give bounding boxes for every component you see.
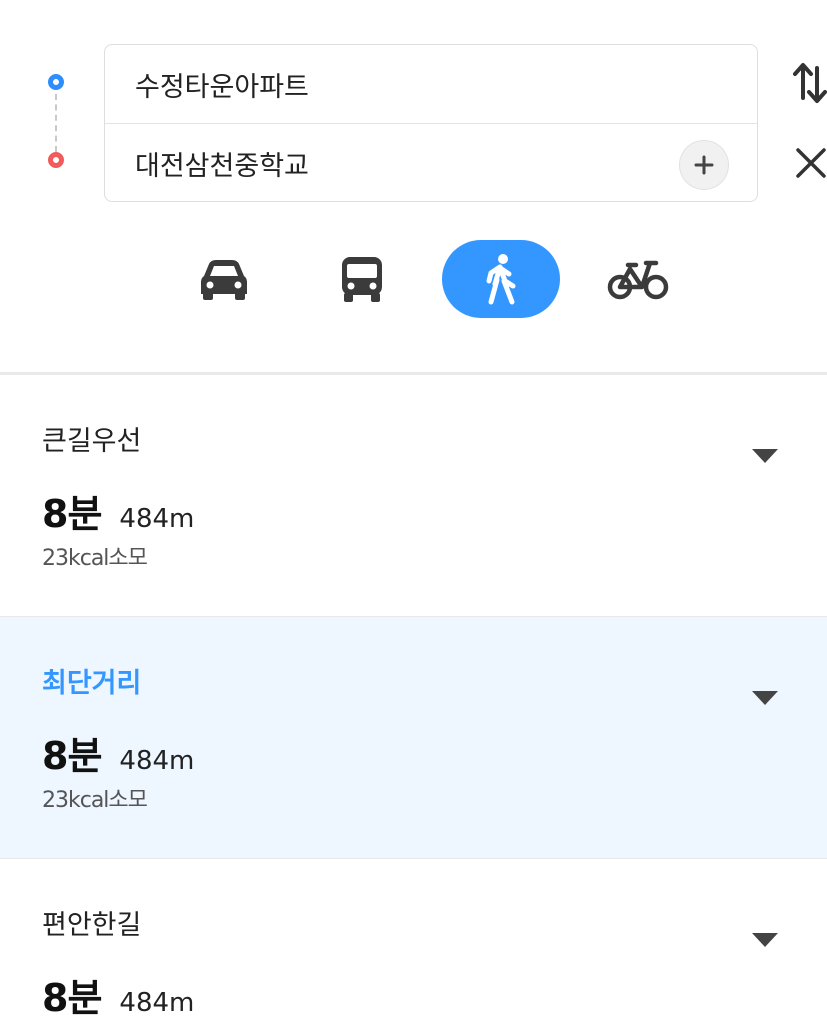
route-option-summary: 8분 484m: [42, 483, 194, 538]
walk-icon: [486, 254, 516, 305]
swap-icon: [793, 63, 827, 103]
bicycle-icon: [607, 260, 669, 300]
route-search-box: 수정타운아파트 대전삼천중학교: [104, 44, 758, 202]
mode-walk-button[interactable]: [442, 240, 560, 318]
mode-bus-button[interactable]: [326, 240, 398, 318]
destination-field[interactable]: 대전삼천중학교: [105, 124, 757, 202]
add-waypoint-button[interactable]: [679, 140, 729, 190]
route-option-name: 편안한길: [42, 910, 142, 941]
origin-marker-icon: [48, 74, 64, 90]
route-connector: [55, 94, 57, 152]
chevron-down-icon[interactable]: [752, 933, 778, 947]
car-icon: [201, 260, 247, 300]
close-button[interactable]: [790, 140, 827, 186]
plus-icon: [694, 155, 714, 175]
mode-bike-button[interactable]: [600, 240, 676, 318]
route-option-time: 8분: [42, 492, 102, 536]
route-option-name: 큰길우선: [42, 426, 142, 457]
route-option-selected[interactable]: 최단거리 8분 484m 23kcal소모: [0, 617, 827, 859]
route-option-time: 8분: [42, 734, 102, 778]
route-markers: [46, 70, 70, 180]
route-option-distance: 484m: [119, 504, 195, 534]
route-option-calories: 23kcal소모: [42, 788, 148, 813]
route-option-summary: 8분 484m: [42, 725, 194, 780]
route-option-name: 최단거리: [42, 668, 142, 699]
destination-marker-icon: [48, 152, 64, 168]
chevron-down-icon[interactable]: [752, 449, 778, 463]
mode-car-button[interactable]: [188, 240, 260, 318]
route-option-distance: 484m: [119, 746, 195, 776]
route-option-distance: 484m: [119, 988, 195, 1018]
destination-field-text[interactable]: 대전삼천중학교: [135, 144, 309, 183]
route-option-summary: 8분 484m: [42, 967, 194, 1022]
bus-icon: [342, 257, 382, 302]
route-option[interactable]: 편안한길 8분 484m: [0, 859, 827, 1022]
origin-field-text[interactable]: 수정타운아파트: [135, 65, 309, 104]
chevron-down-icon[interactable]: [752, 691, 778, 705]
route-option[interactable]: 큰길우선 8분 484m 23kcal소모: [0, 375, 827, 617]
close-icon: [796, 148, 826, 178]
route-option-calories: 23kcal소모: [42, 546, 148, 571]
origin-field[interactable]: 수정타운아파트: [105, 45, 757, 124]
route-option-time: 8분: [42, 976, 102, 1020]
swap-button[interactable]: [790, 58, 827, 108]
